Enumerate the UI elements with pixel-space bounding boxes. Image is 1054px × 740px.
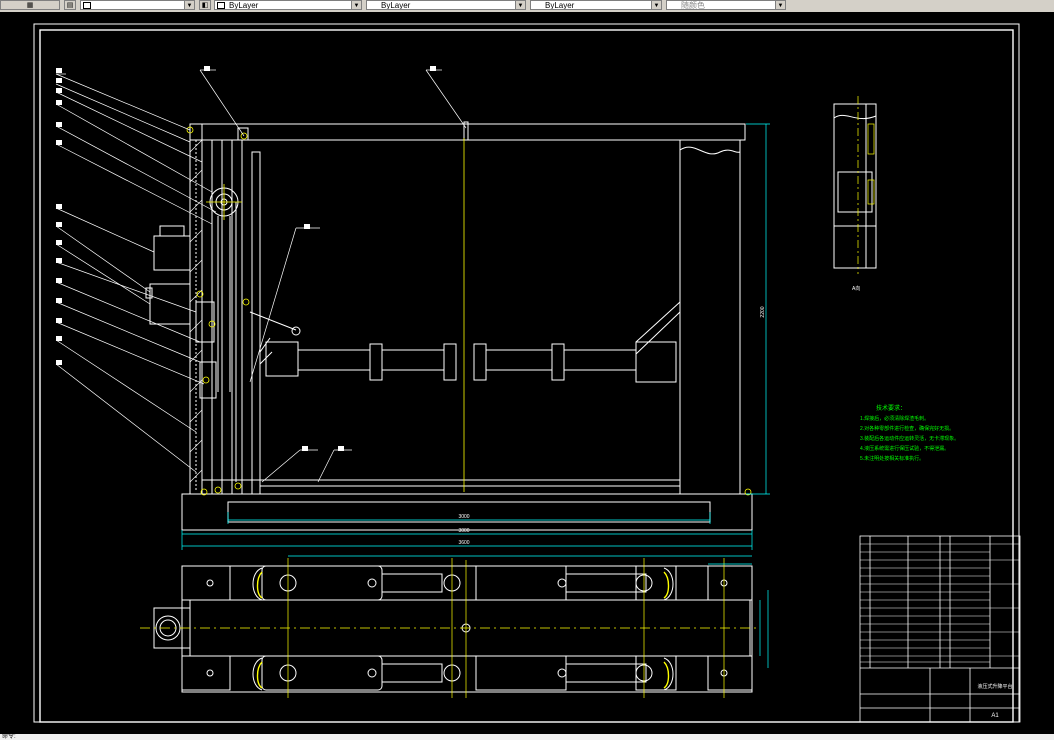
layer-combo[interactable]: ▼ [80, 0, 195, 10]
lineweight-control-combo[interactable]: ByLayer ▼ [530, 0, 662, 10]
command-prompt: 命令: [2, 734, 16, 740]
layer-icon: ▦ [26, 2, 34, 9]
chevron-down-icon: ▼ [184, 1, 194, 9]
match-properties-icon[interactable]: ▤ [64, 0, 76, 10]
chevron-down-icon: ▼ [775, 1, 785, 9]
layer-previous-icon[interactable]: ◧ [199, 0, 211, 10]
dim-height: 2200 [760, 306, 766, 317]
cad-drawing: 3000 3000 3600 2200 A向 技术要求： 1.焊接后，必须清除焊… [33, 23, 1021, 723]
plan-dimensions [288, 555, 769, 668]
chevron-down-icon: ▼ [515, 1, 525, 9]
tech-req-5: 5.未注明处按相关标准执行。 [860, 455, 924, 462]
tech-req-2: 2.对各种零部件进行检查，确保完好无损。 [860, 425, 954, 432]
title-block-name: 液压式升降平台 [977, 683, 1012, 690]
dim-inner-width: 3000 [458, 514, 469, 520]
title-block-code: A1 [991, 713, 999, 719]
linetype-control-combo[interactable]: ByLayer ▼ [366, 0, 526, 10]
centerlines [186, 126, 752, 496]
chevron-down-icon: ▼ [651, 1, 661, 9]
color-swatch-icon [83, 2, 91, 9]
drawing-canvas[interactable]: 3000 3000 3600 2200 A向 技术要求： 1.焊接后，必须清除焊… [0, 12, 1054, 734]
plotstyle-control-label: 随颜色 [681, 1, 705, 10]
inner-border [39, 29, 1014, 723]
color-control-combo[interactable]: ByLayer ▼ [214, 0, 362, 10]
section-view-a [833, 103, 877, 269]
tech-req-1: 1.焊接后，必须清除焊渣毛刺。 [860, 415, 929, 422]
tech-req-4: 4.液压系统需进行保压试验，不得泄漏。 [860, 445, 949, 452]
lineweight-control-label: ByLayer [545, 1, 575, 10]
linetype-control-label: ByLayer [381, 1, 411, 10]
leader-lines [55, 69, 467, 483]
plan-centerlines [140, 558, 760, 698]
dim-main-width: 3000 [458, 528, 469, 534]
front-view [145, 121, 753, 531]
title-block [859, 535, 1021, 723]
tech-requirements: 技术要求： 1.焊接后，必须清除焊渣毛刺。 2.对各种零部件进行检查，确保完好无… [860, 404, 959, 462]
tech-req-title: 技术要求： [876, 404, 906, 412]
command-line[interactable]: 命令: [0, 734, 1054, 740]
chevron-down-icon: ▼ [351, 1, 361, 9]
section-view-label: A向 [852, 285, 860, 292]
tech-req-3: 3.装配后各运动件应运转灵活，无卡滞现象。 [860, 435, 959, 442]
layer-dropdown[interactable]: ▦ [0, 0, 60, 10]
dim-overall-width: 3600 [458, 540, 469, 546]
plan-view [153, 565, 753, 693]
color-swatch-icon [217, 2, 225, 9]
plotstyle-control-combo[interactable]: 随颜色 ▼ [666, 0, 786, 10]
color-control-label: ByLayer [229, 1, 259, 10]
